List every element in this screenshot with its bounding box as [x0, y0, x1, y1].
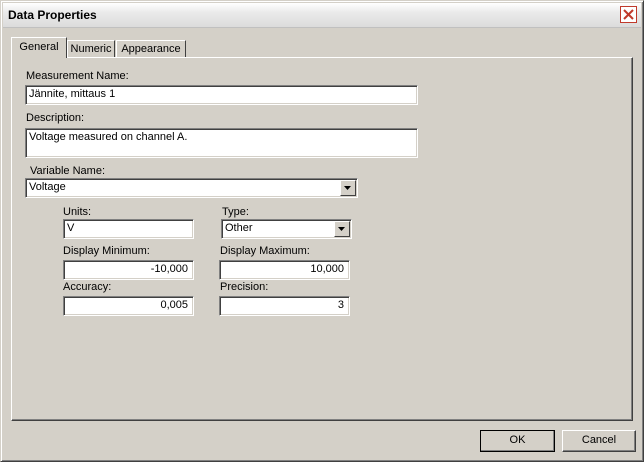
- measurement-name-label: Measurement Name:: [26, 70, 129, 82]
- ok-button[interactable]: OK: [480, 430, 555, 452]
- title-bar[interactable]: Data Properties: [3, 3, 641, 28]
- tab-numeric-label: Numeric: [70, 43, 112, 55]
- description-field[interactable]: Voltage measured on channel A.: [25, 128, 418, 158]
- close-icon: [623, 9, 634, 20]
- chevron-down-icon: [338, 227, 345, 231]
- tab-general[interactable]: General: [11, 37, 67, 58]
- tab-panel-general: [11, 57, 633, 421]
- cancel-button[interactable]: Cancel: [562, 430, 636, 452]
- precision-label: Precision:: [220, 281, 269, 293]
- display-minimum-label: Display Minimum:: [63, 245, 150, 257]
- precision-field[interactable]: 3: [219, 296, 350, 316]
- display-minimum-field[interactable]: -10,000: [63, 260, 194, 280]
- variable-name-dropdown-button[interactable]: [340, 180, 356, 196]
- accuracy-label: Accuracy:: [63, 281, 112, 293]
- tab-numeric[interactable]: Numeric: [67, 40, 115, 58]
- variable-name-combobox[interactable]: Voltage: [25, 178, 358, 198]
- display-maximum-field[interactable]: 10,000: [219, 260, 350, 280]
- chevron-down-icon: [344, 186, 351, 190]
- type-select[interactable]: Other: [221, 219, 352, 239]
- units-field[interactable]: V: [63, 219, 194, 239]
- tab-general-label: General: [19, 41, 59, 53]
- units-label: Units:: [63, 206, 92, 218]
- measurement-name-field[interactable]: Jännite, mittaus 1: [25, 85, 418, 105]
- dialog-window: Data Properties General Numeric Appearan…: [0, 0, 644, 462]
- type-label: Type:: [222, 206, 249, 218]
- variable-name-label: Variable Name:: [30, 165, 105, 177]
- dialog-title: Data Properties: [8, 8, 97, 22]
- description-label: Description:: [26, 112, 85, 124]
- type-dropdown-button[interactable]: [334, 221, 350, 237]
- accuracy-field[interactable]: 0,005: [63, 296, 194, 316]
- tab-appearance-label: Appearance: [121, 43, 181, 55]
- tab-appearance[interactable]: Appearance: [116, 40, 186, 58]
- display-maximum-label: Display Maximum:: [220, 245, 310, 257]
- close-button[interactable]: [620, 6, 637, 23]
